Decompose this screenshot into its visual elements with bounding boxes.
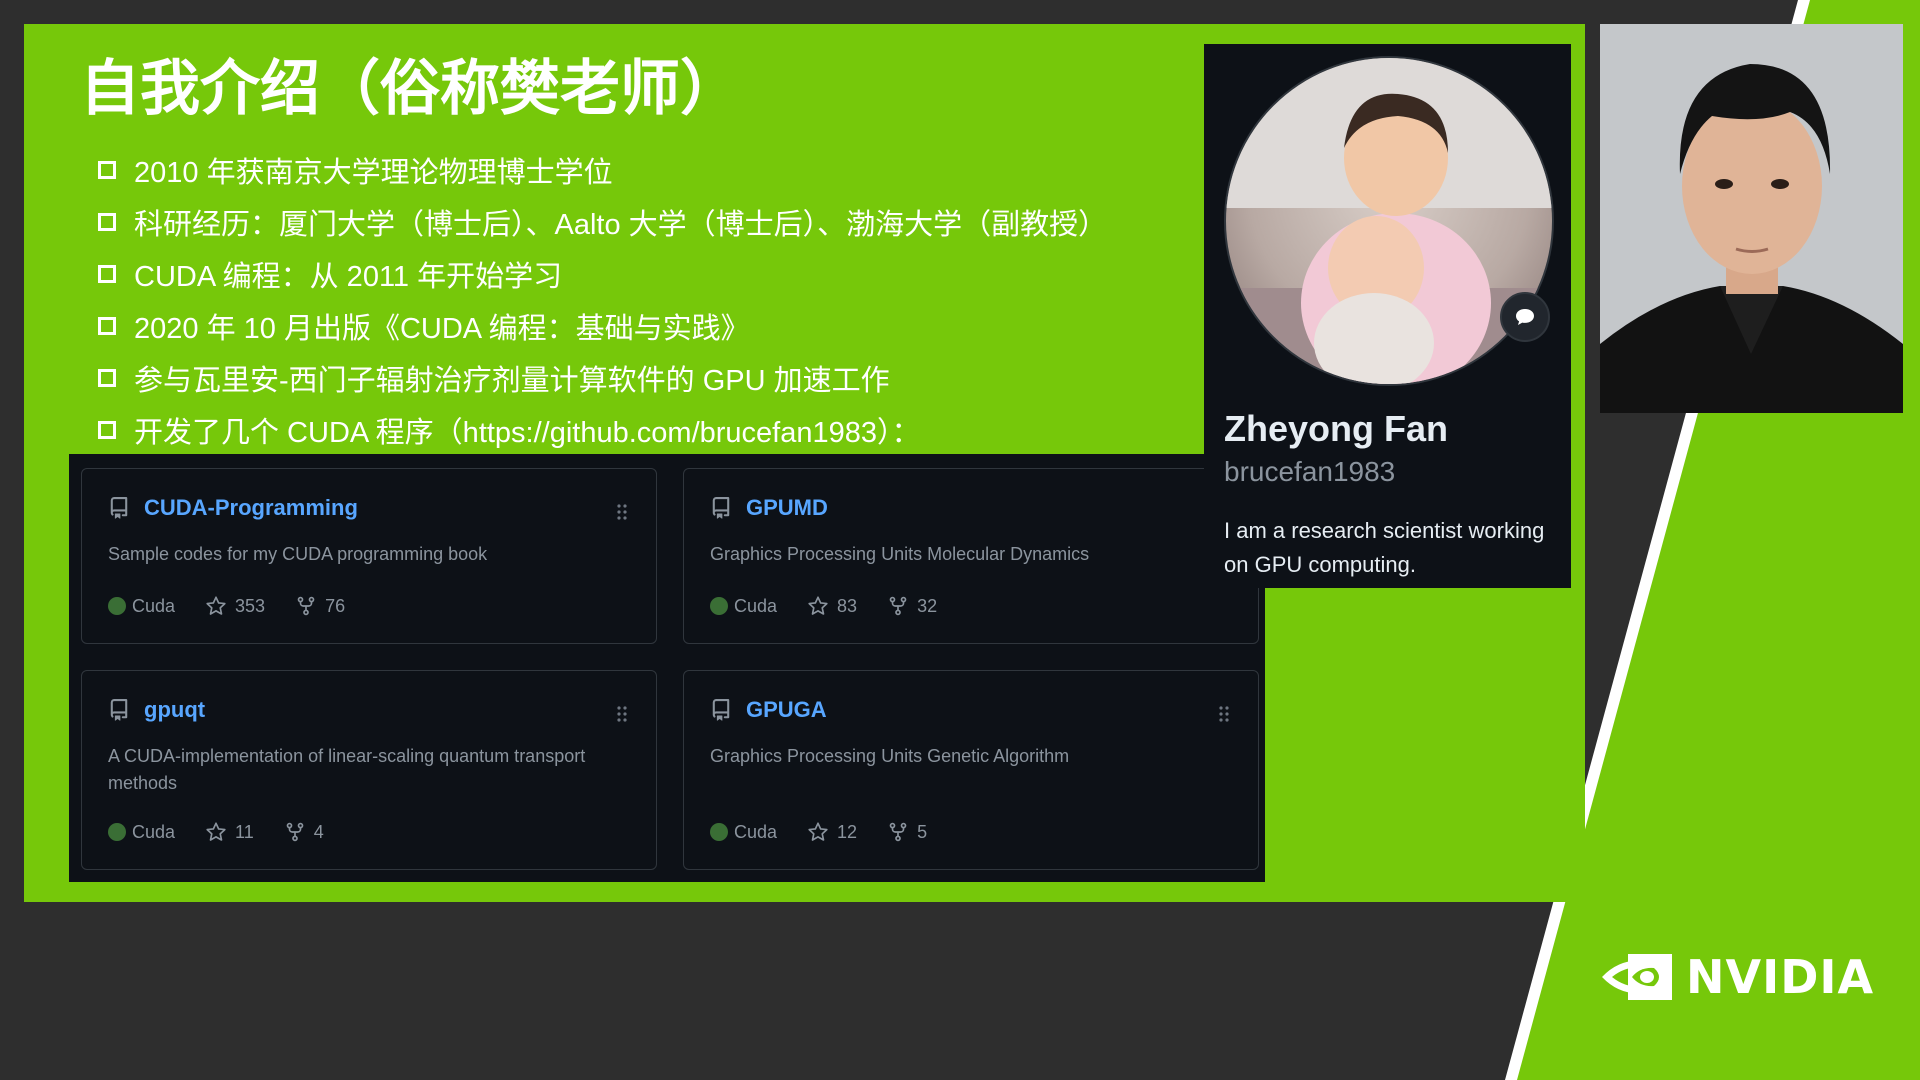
drag-handle-icon[interactable] bbox=[616, 503, 628, 521]
repo-language: Cuda bbox=[108, 596, 175, 617]
repo-header: gpuqt bbox=[108, 697, 205, 723]
star-icon bbox=[808, 596, 828, 615]
fork-icon bbox=[297, 596, 315, 616]
repo-description: Graphics Processing Units Molecular Dyna… bbox=[710, 544, 1090, 564]
repo-stars[interactable]: 353 bbox=[205, 595, 265, 617]
presenter-webcam bbox=[1600, 24, 1903, 413]
repo-stars[interactable]: 83 bbox=[807, 595, 857, 617]
bullet-text: 2020 年 10 月出版《CUDA 编程：基础与实践》 bbox=[134, 313, 750, 345]
repo-forks[interactable]: 5 bbox=[887, 821, 927, 843]
star-icon bbox=[808, 822, 828, 841]
repo-name-link[interactable]: GPUGA bbox=[746, 697, 827, 723]
profile-bio: I am a research scientist working on GPU… bbox=[1224, 518, 1545, 577]
slide-title: 自我介绍（俗称樊老师） bbox=[80, 54, 740, 124]
repo-header: CUDA-Programming bbox=[108, 495, 358, 521]
bullet-item: 2020 年 10 月出版《CUDA 编程：基础与实践》 bbox=[98, 300, 1107, 352]
fork-icon bbox=[889, 596, 907, 616]
repo-language: Cuda bbox=[710, 596, 777, 617]
avatar[interactable] bbox=[1224, 56, 1554, 386]
repo-meta: Cuda 353 76 bbox=[108, 595, 375, 617]
repo-header: GPUMD bbox=[710, 495, 828, 521]
language-color-dot bbox=[710, 823, 728, 841]
checkbox-icon bbox=[98, 161, 116, 179]
profile-name: Zheyong Fan bbox=[1224, 408, 1448, 449]
fork-icon bbox=[889, 822, 907, 842]
star-count: 11 bbox=[235, 821, 254, 842]
avatar-photo-icon bbox=[1226, 58, 1552, 384]
repo-icon bbox=[712, 699, 730, 721]
repo-name-link[interactable]: GPUMD bbox=[746, 495, 828, 521]
repo-name-link[interactable]: CUDA-Programming bbox=[144, 495, 358, 521]
pinned-repos-panel: CUDA-Programming Sample codes for my CUD… bbox=[69, 454, 1265, 882]
profile-username: brucefan1983 bbox=[1224, 456, 1396, 487]
language-label: Cuda bbox=[734, 821, 778, 842]
bullet-item: 2010 年获南京大学理论物理博士学位 bbox=[98, 144, 1107, 196]
bullet-text: CUDA 编程：从 2011 年开始学习 bbox=[134, 261, 563, 293]
checkbox-icon bbox=[98, 369, 116, 387]
star-icon bbox=[206, 822, 226, 841]
repo-card: gpuqt A CUDA-implementation of linear-sc… bbox=[81, 670, 657, 870]
language-label: Cuda bbox=[132, 821, 176, 842]
repo-stars[interactable]: 11 bbox=[205, 821, 254, 843]
github-profile-card: Zheyong Fan brucefan1983 I am a research… bbox=[1204, 44, 1571, 588]
bullet-text: 2010 年获南京大学理论物理博士学位 bbox=[134, 157, 613, 189]
bullet-item: 科研经历：厦门大学（博士后）、Aalto 大学（博士后）、渤海大学（副教授） bbox=[98, 196, 1107, 248]
bullet-text: 开发了几个 CUDA 程序（https://github.com/brucefa… bbox=[134, 417, 921, 449]
repo-icon bbox=[712, 497, 730, 519]
language-color-dot bbox=[108, 823, 126, 841]
repo-card: CUDA-Programming Sample codes for my CUD… bbox=[81, 468, 657, 644]
repo-icon bbox=[110, 497, 128, 519]
repo-meta: Cuda 12 5 bbox=[710, 821, 957, 843]
repo-card: GPUGA Graphics Processing Units Genetic … bbox=[683, 670, 1259, 870]
repo-icon bbox=[110, 699, 128, 721]
bullet-item: CUDA 编程：从 2011 年开始学习 bbox=[98, 248, 1107, 300]
repo-language: Cuda bbox=[710, 822, 777, 843]
repo-forks[interactable]: 4 bbox=[284, 821, 324, 843]
language-label: Cuda bbox=[734, 595, 778, 616]
star-count: 12 bbox=[837, 821, 858, 842]
drag-handle-icon[interactable] bbox=[616, 705, 628, 723]
checkbox-icon bbox=[98, 213, 116, 231]
speech-bubble-icon bbox=[1516, 309, 1534, 325]
star-count: 83 bbox=[837, 595, 858, 616]
checkbox-icon bbox=[98, 265, 116, 283]
repo-description: Graphics Processing Units Genetic Algori… bbox=[710, 746, 1070, 766]
drag-handle-icon[interactable] bbox=[1218, 705, 1230, 723]
bullet-text: 参与瓦里安-西门子辐射治疗剂量计算软件的 GPU 加速工作 bbox=[134, 365, 890, 397]
fork-count: 5 bbox=[917, 821, 928, 842]
bullet-item: 参与瓦里安-西门子辐射治疗剂量计算软件的 GPU 加速工作 bbox=[98, 352, 1107, 404]
nvidia-logo: NVIDIA bbox=[1600, 950, 1874, 1004]
repo-card: GPUMD Graphics Processing Units Molecula… bbox=[683, 468, 1259, 644]
repo-forks[interactable]: 32 bbox=[887, 595, 937, 617]
checkbox-icon bbox=[98, 421, 116, 439]
bullet-item: 开发了几个 CUDA 程序（https://github.com/brucefa… bbox=[98, 404, 1107, 456]
bullet-text: 科研经历：厦门大学（博士后）、Aalto 大学（博士后）、渤海大学（副教授） bbox=[134, 209, 1108, 241]
language-color-dot bbox=[108, 597, 126, 615]
repo-language: Cuda bbox=[108, 822, 175, 843]
status-button[interactable] bbox=[1500, 292, 1550, 342]
repo-header: GPUGA bbox=[710, 697, 827, 723]
repo-name-link[interactable]: gpuqt bbox=[144, 697, 205, 723]
star-count: 353 bbox=[235, 595, 266, 616]
star-icon bbox=[206, 596, 226, 615]
bullet-list: 2010 年获南京大学理论物理博士学位 科研经历：厦门大学（博士后）、Aalto… bbox=[98, 144, 1107, 456]
repo-forks[interactable]: 76 bbox=[295, 595, 345, 617]
repo-description: Sample codes for my CUDA programming boo… bbox=[108, 544, 488, 564]
fork-count: 32 bbox=[917, 595, 938, 616]
repo-meta: Cuda 83 32 bbox=[710, 595, 967, 617]
nvidia-eye-icon bbox=[1602, 954, 1672, 1000]
nvidia-wordmark: NVIDIA bbox=[1686, 950, 1875, 1004]
presenter-photo-icon bbox=[1600, 24, 1903, 413]
fork-icon bbox=[286, 822, 304, 842]
fork-count: 76 bbox=[325, 595, 346, 616]
language-color-dot bbox=[710, 597, 728, 615]
fork-count: 4 bbox=[313, 821, 324, 842]
repo-stars[interactable]: 12 bbox=[807, 821, 857, 843]
language-label: Cuda bbox=[132, 595, 176, 616]
repo-meta: Cuda 11 4 bbox=[108, 821, 354, 843]
checkbox-icon bbox=[98, 317, 116, 335]
repo-description: A CUDA-implementation of linear-scaling … bbox=[108, 746, 586, 793]
